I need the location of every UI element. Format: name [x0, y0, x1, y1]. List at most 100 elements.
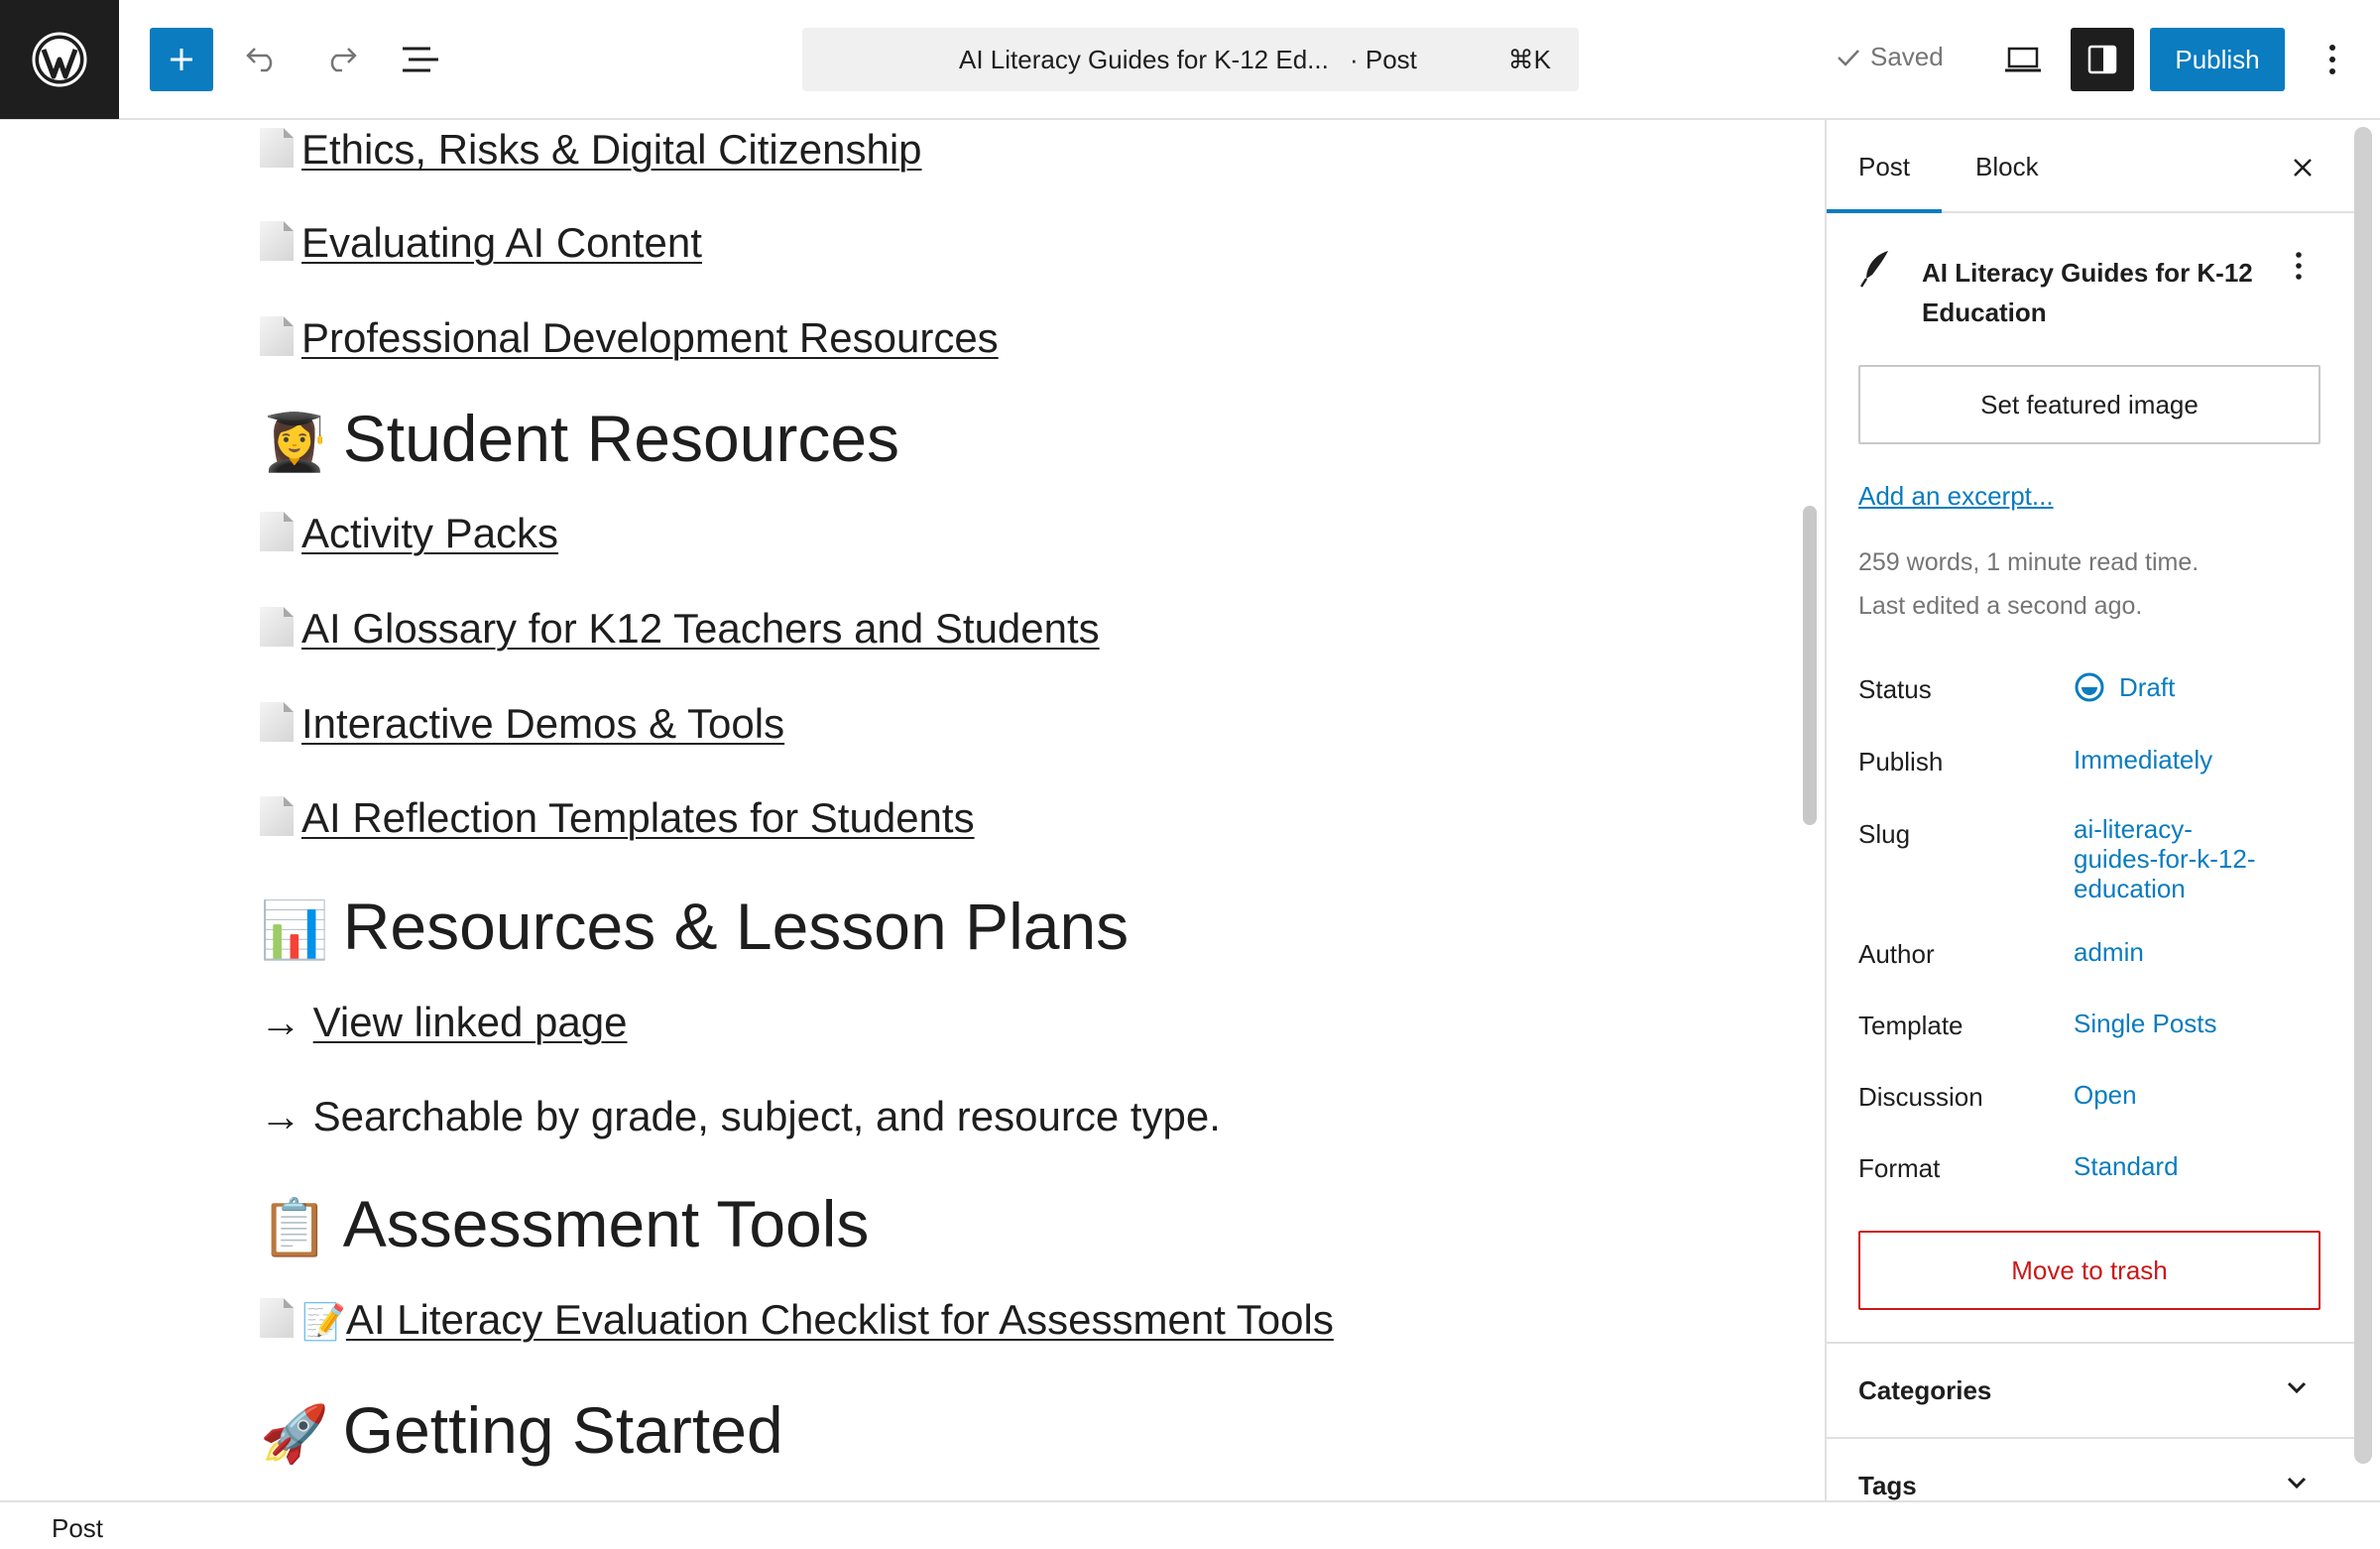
link-paragraph[interactable]: Evaluating AI Content — [260, 219, 702, 267]
section-heading[interactable]: 🚀 Getting Started — [260, 1392, 783, 1468]
wordpress-logo-icon[interactable] — [0, 0, 119, 119]
author-value-button[interactable]: admin — [2074, 937, 2144, 967]
section-heading[interactable]: 📊 Resources & Lesson Plans — [260, 889, 1129, 964]
active-tab-indicator — [1827, 209, 1942, 213]
heading-text: Student Resources — [342, 402, 900, 475]
content-link[interactable]: Evaluating AI Content — [301, 219, 702, 266]
content-link[interactable]: AI Reflection Templates for Students — [301, 794, 975, 841]
page-icon — [260, 607, 294, 647]
slug-line: education — [2074, 874, 2186, 903]
close-icon[interactable] — [2283, 148, 2322, 187]
link-paragraph[interactable]: 📝AI Literacy Evaluation Checklist for As… — [260, 1296, 1334, 1344]
content-link[interactable]: View linked page — [313, 999, 628, 1045]
heading-text: Getting Started — [342, 1393, 783, 1467]
more-options-icon[interactable] — [2301, 28, 2364, 91]
arrow-text: → — [260, 999, 301, 1045]
discussion-label: Discussion — [1858, 1082, 1983, 1112]
checkmark-icon — [1838, 49, 1859, 66]
categories-panel-title: Categories — [1858, 1375, 1992, 1405]
settings-sidebar: Post Block AI Literacy Guides for K-12 E… — [1825, 120, 2380, 1500]
add-block-button[interactable] — [150, 28, 213, 91]
page-icon — [260, 316, 294, 356]
link-paragraph[interactable]: AI Glossary for K12 Teachers and Student… — [260, 605, 1100, 653]
content-link[interactable]: Ethics, Risks & Digital Citizenship — [301, 126, 922, 173]
settings-sidebar-toggle-icon[interactable] — [2071, 28, 2134, 91]
document-overview-icon[interactable] — [389, 28, 452, 91]
block-breadcrumb-bar: Post — [0, 1500, 2380, 1549]
slug-label: Slug — [1858, 819, 1911, 849]
page-icon — [260, 128, 294, 168]
content-link[interactable]: Professional Development Resources — [301, 314, 999, 361]
command-post-type: · Post — [1350, 45, 1417, 74]
page-icon — [260, 796, 294, 836]
section-heading[interactable]: 👩‍🎓 Student Resources — [260, 401, 899, 476]
chevron-down-icon — [2287, 1477, 2307, 1489]
breadcrumb-post[interactable]: Post — [52, 1513, 103, 1544]
content-link[interactable]: Interactive Demos & Tools — [301, 700, 784, 747]
undo-icon[interactable] — [230, 28, 294, 91]
format-value-button[interactable]: Standard — [2074, 1151, 2179, 1181]
tab-post[interactable]: Post — [1858, 152, 1910, 182]
student-emoji-icon: 👩‍🎓 — [260, 411, 329, 475]
author-label: Author — [1858, 939, 1935, 969]
paragraph-text: Searchable by grade, subject, and resour… — [312, 1093, 1221, 1139]
link-paragraph[interactable]: AI Reflection Templates for Students — [260, 794, 975, 842]
slug-value-button[interactable]: ai-literacy- guides-for-k-12- education — [2074, 814, 2256, 903]
text-paragraph[interactable]: → Searchable by grade, subject, and reso… — [260, 1093, 1221, 1140]
link-paragraph[interactable]: Interactive Demos & Tools — [260, 700, 784, 748]
bar-chart-emoji-icon: 📊 — [260, 898, 329, 963]
page-icon — [260, 702, 294, 742]
editor-scrollbar-thumb[interactable] — [1803, 506, 1817, 825]
arrow-text: → — [260, 1093, 301, 1139]
template-value-button[interactable]: Single Posts — [2074, 1009, 2217, 1038]
discussion-value-button[interactable]: Open — [2074, 1080, 2137, 1110]
heading-text: Assessment Tools — [342, 1187, 870, 1260]
post-actions-icon[interactable] — [2295, 251, 2303, 281]
page-icon — [260, 221, 294, 261]
draft-status-icon — [2075, 672, 2104, 702]
page-icon — [260, 512, 294, 551]
sidebar-scrollbar[interactable] — [2354, 127, 2372, 1464]
set-featured-image-button[interactable]: Set featured image — [1858, 365, 2320, 444]
categories-panel[interactable]: Categories — [1827, 1342, 2362, 1437]
memo-emoji-icon: 📝 — [301, 1302, 346, 1343]
publish-button[interactable]: Publish — [2150, 28, 2285, 91]
page-icon — [260, 1298, 294, 1338]
status-value-button[interactable]: Draft — [2074, 671, 2175, 703]
last-edited: Last edited a second ago. — [1858, 592, 2143, 620]
add-excerpt-link[interactable]: Add an excerpt... — [1858, 481, 2054, 512]
section-heading[interactable]: 📋 Assessment Tools — [260, 1186, 869, 1261]
heading-text: Resources & Lesson Plans — [342, 890, 1130, 963]
link-paragraph[interactable]: Professional Development Resources — [260, 314, 999, 362]
chevron-down-icon — [2287, 1381, 2307, 1394]
content-link[interactable]: Activity Packs — [301, 510, 558, 556]
content-link[interactable]: AI Glossary for K12 Teachers and Student… — [301, 605, 1100, 652]
format-label: Format — [1858, 1153, 1941, 1183]
link-paragraph[interactable]: → View linked page — [260, 999, 627, 1046]
command-shortcut: ⌘K — [1507, 45, 1551, 74]
content-link[interactable]: AI Literacy Evaluation Checklist for Ass… — [346, 1296, 1334, 1343]
sidebar-tabs: Post Block — [1827, 120, 2362, 213]
redo-icon[interactable] — [309, 28, 373, 91]
template-label: Template — [1858, 1011, 1964, 1040]
rocket-emoji-icon: 🚀 — [260, 1402, 329, 1467]
command-post-title: AI Literacy Guides for K-12 Ed... — [959, 45, 1329, 74]
saved-status: Saved — [1837, 42, 1944, 72]
link-paragraph[interactable]: Activity Packs — [260, 510, 558, 557]
publish-date-button[interactable]: Immediately — [2074, 745, 2212, 774]
tags-panel[interactable]: Tags — [1827, 1437, 2362, 1500]
tab-block[interactable]: Block — [1975, 152, 2039, 182]
view-desktop-icon[interactable] — [1991, 28, 2055, 91]
slug-line: ai-literacy- — [2074, 814, 2193, 844]
saved-label: Saved — [1870, 42, 1944, 71]
slug-line: guides-for-k-12- — [2074, 844, 2256, 874]
tags-panel-title: Tags — [1858, 1471, 1917, 1500]
status-label: Status — [1858, 674, 1932, 704]
post-title: AI Literacy Guides for K-12 Education — [1922, 258, 2253, 327]
move-to-trash-button[interactable]: Move to trash — [1858, 1231, 2320, 1310]
editor-canvas[interactable]: Ethics, Risks & Digital Citizenship Eval… — [0, 120, 1797, 1500]
link-paragraph[interactable]: Ethics, Risks & Digital Citizenship — [260, 126, 922, 174]
publish-label: Publish — [1858, 747, 1944, 776]
command-palette-bar[interactable]: AI Literacy Guides for K-12 Ed... · Post… — [802, 28, 1579, 91]
clipboard-emoji-icon: 📋 — [260, 1196, 329, 1260]
